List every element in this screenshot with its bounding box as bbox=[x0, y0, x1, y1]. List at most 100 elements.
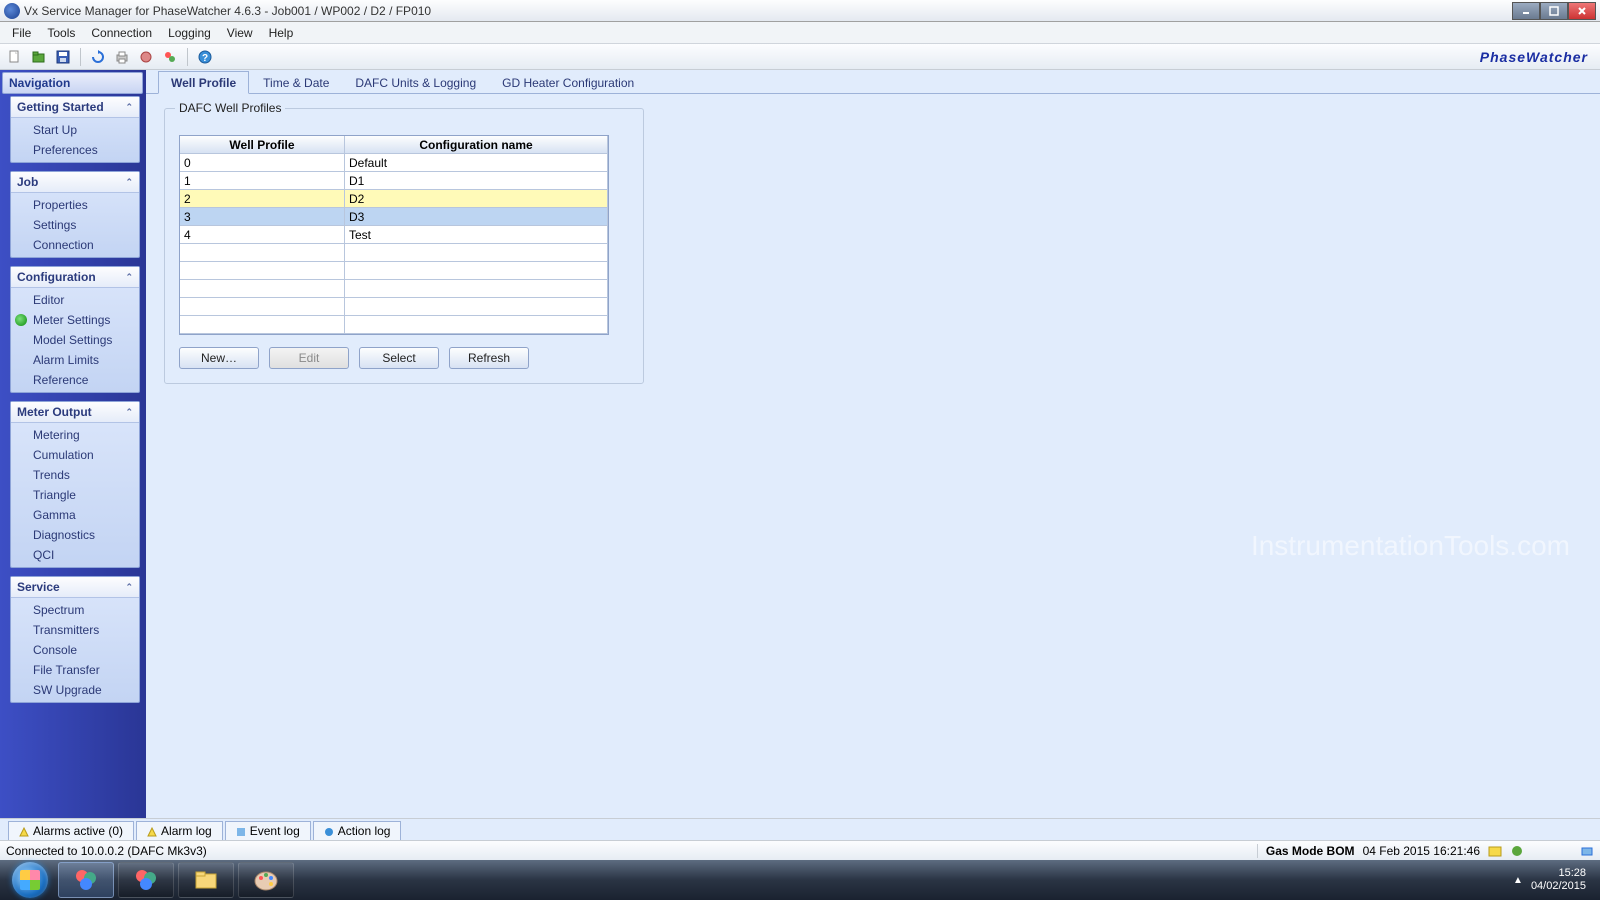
maximize-button[interactable] bbox=[1540, 2, 1568, 20]
status-bar: Connected to 10.0.0.2 (DAFC Mk3v3) Gas M… bbox=[0, 840, 1600, 860]
nav-item-gamma[interactable]: Gamma bbox=[11, 505, 139, 525]
cell-config: Test bbox=[345, 226, 608, 243]
print-icon[interactable] bbox=[113, 48, 131, 66]
nav-item-settings[interactable]: Settings bbox=[11, 215, 139, 235]
collapse-icon: ⌃ bbox=[125, 407, 133, 418]
refresh-icon[interactable] bbox=[89, 48, 107, 66]
group-legend: DAFC Well Profiles bbox=[175, 101, 285, 115]
status-indicator-3-icon bbox=[1580, 844, 1594, 858]
cell-config: D3 bbox=[345, 208, 608, 225]
tray-chevron-icon[interactable]: ▲ bbox=[1513, 875, 1523, 886]
nav-group-header[interactable]: Configuration⌃ bbox=[11, 267, 139, 288]
window-titlebar: Vx Service Manager for PhaseWatcher 4.6.… bbox=[0, 0, 1600, 22]
taskbar-explorer[interactable] bbox=[178, 862, 234, 898]
menu-view[interactable]: View bbox=[219, 24, 261, 42]
table-row[interactable]: 4Test bbox=[180, 226, 608, 244]
tab-time-date[interactable]: Time & Date bbox=[251, 72, 341, 93]
nav-item-model-settings[interactable]: Model Settings bbox=[11, 330, 139, 350]
table-row-empty[interactable] bbox=[180, 244, 608, 262]
nav-group-header[interactable]: Job⌃ bbox=[11, 172, 139, 193]
nav-item-start-up[interactable]: Start Up bbox=[11, 120, 139, 140]
table-row-empty[interactable] bbox=[180, 298, 608, 316]
nav-item-editor[interactable]: Editor bbox=[11, 290, 139, 310]
folder-icon bbox=[192, 866, 220, 894]
nav-item-meter-settings[interactable]: Meter Settings bbox=[11, 310, 139, 330]
refresh-button[interactable]: Refresh bbox=[449, 347, 529, 369]
save-icon[interactable] bbox=[54, 48, 72, 66]
status-mode: Gas Mode BOM bbox=[1266, 844, 1355, 858]
nav-item-alarm-limits[interactable]: Alarm Limits bbox=[11, 350, 139, 370]
new-button[interactable]: New… bbox=[179, 347, 259, 369]
nav-item-spectrum[interactable]: Spectrum bbox=[11, 600, 139, 620]
table-row[interactable]: 2D2 bbox=[180, 190, 608, 208]
table-row-empty[interactable] bbox=[180, 280, 608, 298]
nav-item-qci[interactable]: QCI bbox=[11, 545, 139, 565]
tab-dafc-units[interactable]: DAFC Units & Logging bbox=[343, 72, 488, 93]
nav-item-metering[interactable]: Metering bbox=[11, 425, 139, 445]
help-icon[interactable]: ? bbox=[196, 48, 214, 66]
dafc-well-profiles-group: DAFC Well Profiles Well Profile Configur… bbox=[164, 108, 644, 384]
window-title: Vx Service Manager for PhaseWatcher 4.6.… bbox=[24, 4, 1512, 18]
select-button[interactable]: Select bbox=[359, 347, 439, 369]
menu-help[interactable]: Help bbox=[261, 24, 302, 42]
table-row[interactable]: 1D1 bbox=[180, 172, 608, 190]
table-row[interactable]: 0Default bbox=[180, 154, 608, 172]
navigation-sidebar: Navigation Getting Started⌃Start UpPrefe… bbox=[0, 70, 146, 818]
nav-item-cumulation[interactable]: Cumulation bbox=[11, 445, 139, 465]
taskbar-paint[interactable] bbox=[238, 862, 294, 898]
new-file-icon[interactable] bbox=[6, 48, 24, 66]
tab-alarms-active[interactable]: Alarms active (0) bbox=[8, 821, 134, 840]
nav-group-header[interactable]: Service⌃ bbox=[11, 577, 139, 598]
minimize-button[interactable] bbox=[1512, 2, 1540, 20]
status-indicator-1-icon bbox=[1488, 844, 1502, 858]
tab-action-log[interactable]: Action log bbox=[313, 821, 402, 840]
system-tray[interactable]: ▲ 15:28 04/02/2015 bbox=[1513, 867, 1594, 893]
tab-event-log[interactable]: Event log bbox=[225, 821, 311, 840]
tab-alarm-log[interactable]: Alarm log bbox=[136, 821, 223, 840]
menu-tools[interactable]: Tools bbox=[39, 24, 83, 42]
status-connection: Connected to 10.0.0.2 (DAFC Mk3v3) bbox=[6, 844, 1258, 858]
well-profile-table[interactable]: Well Profile Configuration name 0Default… bbox=[179, 135, 609, 335]
nav-item-console[interactable]: Console bbox=[11, 640, 139, 660]
open-icon[interactable] bbox=[30, 48, 48, 66]
nav-item-preferences[interactable]: Preferences bbox=[11, 140, 139, 160]
start-orb-icon bbox=[12, 862, 48, 898]
collapse-icon: ⌃ bbox=[125, 272, 133, 283]
start-button[interactable] bbox=[6, 860, 54, 900]
nav-item-transmitters[interactable]: Transmitters bbox=[11, 620, 139, 640]
collapse-icon: ⌃ bbox=[125, 582, 133, 593]
nav-item-trends[interactable]: Trends bbox=[11, 465, 139, 485]
nav-item-triangle[interactable]: Triangle bbox=[11, 485, 139, 505]
table-row-empty[interactable] bbox=[180, 262, 608, 280]
taskbar-app-2[interactable] bbox=[118, 862, 174, 898]
status-timestamp: 04 Feb 2015 16:21:46 bbox=[1363, 844, 1480, 858]
menu-connection[interactable]: Connection bbox=[83, 24, 160, 42]
nav-item-file-transfer[interactable]: File Transfer bbox=[11, 660, 139, 680]
action-log-icon bbox=[324, 826, 334, 836]
tab-well-profile[interactable]: Well Profile bbox=[158, 71, 249, 94]
event-log-icon bbox=[236, 826, 246, 836]
menu-logging[interactable]: Logging bbox=[160, 24, 219, 42]
table-row[interactable]: 3D3 bbox=[180, 208, 608, 226]
nav-group-header[interactable]: Meter Output⌃ bbox=[11, 402, 139, 423]
nav-item-properties[interactable]: Properties bbox=[11, 195, 139, 215]
col-config-name: Configuration name bbox=[345, 136, 608, 153]
cell-config: D1 bbox=[345, 172, 608, 189]
tab-gd-heater[interactable]: GD Heater Configuration bbox=[490, 72, 646, 93]
nav-group-job: Job⌃PropertiesSettingsConnection bbox=[10, 171, 140, 258]
tray-clock[interactable]: 15:28 04/02/2015 bbox=[1531, 867, 1586, 893]
table-row-empty[interactable] bbox=[180, 316, 608, 334]
nav-group-service: Service⌃SpectrumTransmittersConsoleFile … bbox=[10, 576, 140, 703]
nav-item-diagnostics[interactable]: Diagnostics bbox=[11, 525, 139, 545]
close-button[interactable] bbox=[1568, 2, 1596, 20]
cell-config: Default bbox=[345, 154, 608, 171]
nav-group-header[interactable]: Getting Started⌃ bbox=[11, 97, 139, 118]
disconnect-icon[interactable] bbox=[161, 48, 179, 66]
menu-file[interactable]: File bbox=[4, 24, 39, 42]
taskbar-app-1[interactable] bbox=[58, 862, 114, 898]
nav-item-connection[interactable]: Connection bbox=[11, 235, 139, 255]
alarm-icon bbox=[19, 826, 29, 836]
connect-icon[interactable] bbox=[137, 48, 155, 66]
nav-item-sw-upgrade[interactable]: SW Upgrade bbox=[11, 680, 139, 700]
nav-item-reference[interactable]: Reference bbox=[11, 370, 139, 390]
